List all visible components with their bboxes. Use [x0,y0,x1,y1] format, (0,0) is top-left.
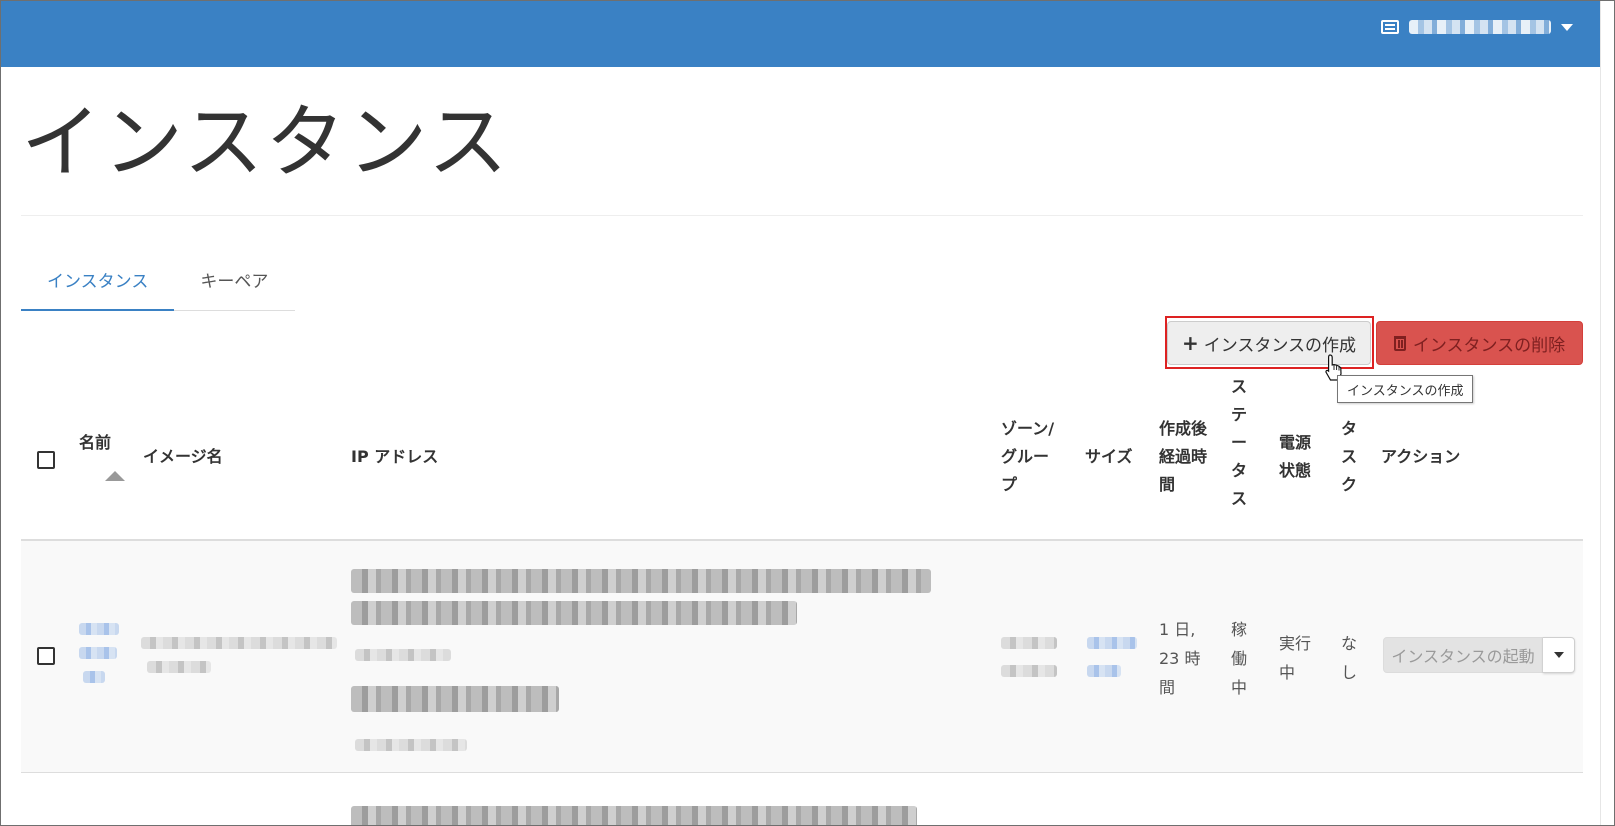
header-age[interactable]: 作成後 経過時 間 [1159,415,1207,499]
caret-down-icon [1561,23,1573,31]
header-action: アクション [1381,447,1461,466]
power-state-cell: 実行 中 [1279,634,1312,682]
instances-table: 名前 イメージ名 IP アドレス ゾーン/ グルー プ サイズ 作成後 経過時 … [21,377,1583,825]
header-zone[interactable]: ゾーン/ グルー プ [1001,415,1054,499]
table-row: 1 日, 23 時 間 稼 働 中 実行 中 な し インスタンスの起動 [21,541,1583,773]
table-header: 名前 イメージ名 IP アドレス ゾーン/ グルー プ サイズ 作成後 経過時 … [21,377,1583,541]
tab-bar: インスタンス キーペア [21,259,295,311]
size-link[interactable] [1087,637,1137,649]
start-instance-button[interactable]: インスタンスの起動 [1383,637,1543,673]
user-menu-toggle[interactable] [1381,17,1573,37]
age-cell: 1 日, 23 時 間 [1159,620,1201,697]
zone-redacted [1001,637,1057,649]
instance-name-link[interactable] [79,623,119,635]
ip-address-redacted [351,806,917,825]
select-all-checkbox[interactable] [37,451,55,469]
instance-name-link-line[interactable] [79,647,117,659]
zone-redacted-line [1001,665,1057,677]
project-list-icon [1381,20,1399,34]
top-navbar [1,1,1601,67]
size-link-line[interactable] [1087,665,1121,677]
ip-address-redacted-line [355,649,451,661]
action-dropdown-toggle[interactable] [1543,637,1575,673]
action-button-group: インスタンスの起動 [1383,637,1575,673]
browser-viewport: インスタンス インスタンス キーペア + インスタンスの作成 インスタンスの削除… [0,0,1615,826]
table-row [21,774,1583,825]
image-name-redacted-line [147,661,211,673]
header-status[interactable]: ス テ ー タ ス [1231,373,1247,513]
page-title: インスタンス [21,96,510,189]
row-checkbox[interactable] [37,647,55,665]
sort-ascending-icon [105,471,125,481]
status-cell: 稼 働 中 [1231,620,1248,697]
header-task[interactable]: タ ス ク [1341,415,1357,499]
header-size[interactable]: サイズ [1085,443,1133,471]
ip-address-redacted-line [351,686,559,712]
delete-instance-button[interactable]: インスタンスの削除 [1376,321,1583,365]
trash-icon [1393,335,1406,351]
tab-keypairs[interactable]: キーペア [174,259,294,311]
header-ip[interactable]: IP アドレス [351,443,438,471]
create-instance-tooltip: インスタンスの作成 [1337,375,1474,403]
header-divider [21,215,1583,216]
scrollbar-track[interactable] [1600,1,1614,825]
task-cell: な し [1341,634,1358,682]
header-power[interactable]: 電源 状態 [1279,429,1311,485]
ip-address-redacted-line [355,739,467,751]
tab-instances[interactable]: インスタンス [21,259,175,311]
instance-name-link-line[interactable] [83,671,105,683]
caret-down-icon [1553,652,1564,658]
header-name[interactable]: 名前 [79,429,111,457]
header-image[interactable]: イメージ名 [143,443,223,471]
user-name-redacted [1409,20,1551,34]
delete-instance-label: インスタンスの削除 [1412,335,1566,356]
ip-address-redacted [351,569,931,593]
ip-address-redacted-line [351,601,797,625]
image-name-redacted [141,637,337,649]
